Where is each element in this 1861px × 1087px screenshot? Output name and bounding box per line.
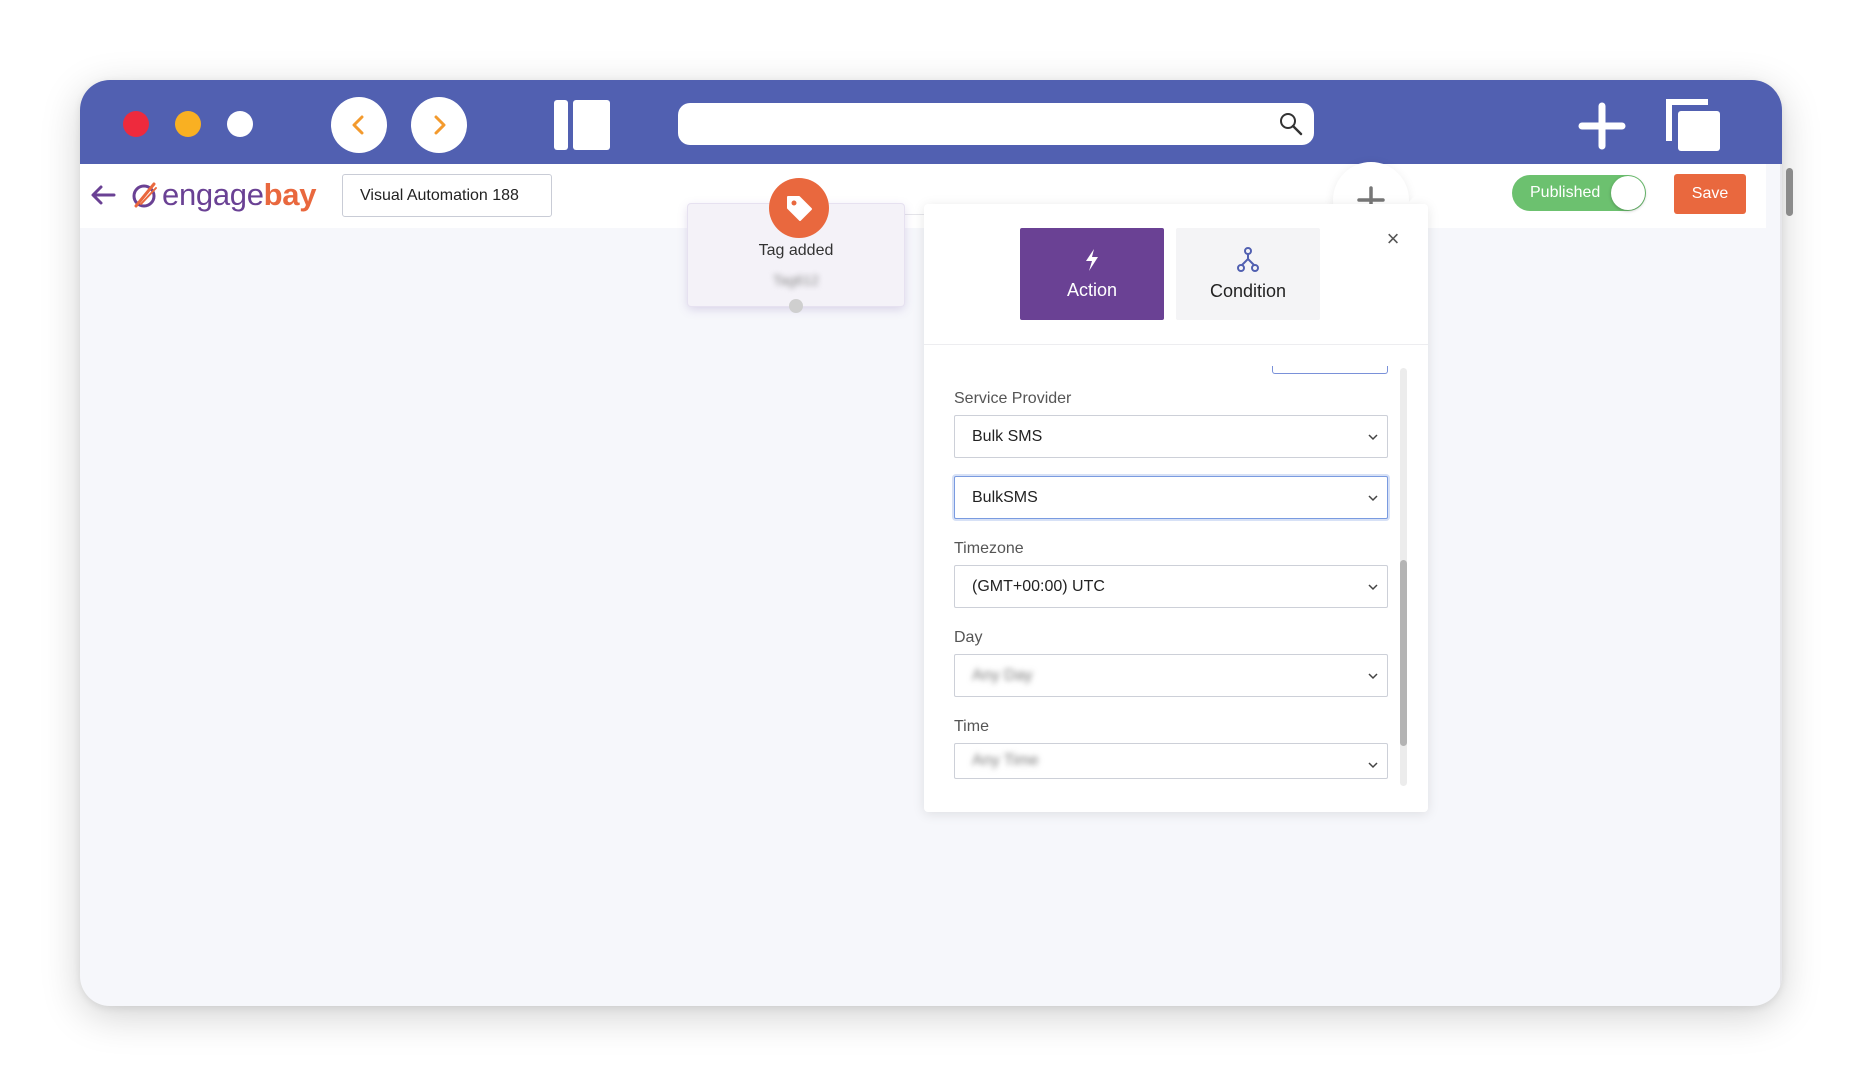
node-output-handle[interactable] — [789, 299, 803, 313]
url-bar[interactable] — [678, 103, 1314, 145]
logo-text-engage: engage — [162, 177, 264, 212]
trigger-subtitle: Tag612 — [773, 272, 819, 288]
back-arrow-icon[interactable] — [88, 180, 118, 210]
app-header: engage bay Visual Automation 188 Publishe… — [80, 164, 1766, 228]
save-button[interactable]: Save — [1674, 174, 1746, 214]
plus-icon[interactable] — [1578, 102, 1626, 150]
provider-account-value: BulkSMS — [972, 488, 1038, 506]
service-provider-label: Service Provider — [954, 390, 1072, 407]
maximize-dot[interactable] — [227, 111, 253, 137]
back-icon — [352, 115, 364, 135]
published-label: Published — [1530, 184, 1601, 201]
tabs-icon[interactable] — [1664, 97, 1722, 153]
timezone-value: (GMT+00:00) UTC — [972, 577, 1105, 595]
chevron-down-icon — [1368, 673, 1378, 680]
browser-toolbar — [80, 80, 1782, 164]
page-scroll-track — [1780, 164, 1782, 1006]
day-select[interactable]: Any Day — [954, 654, 1388, 697]
service-provider-value: Bulk SMS — [972, 427, 1043, 445]
tab-action[interactable]: Action — [1020, 228, 1164, 320]
provider-account-select[interactable]: BulkSMS — [954, 476, 1388, 519]
chevron-down-icon — [1368, 434, 1378, 441]
logo-text-bay: bay — [263, 177, 317, 212]
timezone-label: Timezone — [954, 540, 1024, 557]
time-select[interactable]: Any Time — [954, 743, 1388, 779]
sidebar-icon[interactable] — [554, 100, 610, 150]
tab-condition-label: Condition — [1209, 280, 1287, 301]
tab-action-label: Action — [1066, 279, 1118, 300]
engagebay-logo[interactable]: engage bay — [130, 176, 316, 214]
branch-icon — [1237, 246, 1259, 272]
published-toggle[interactable]: Published — [1512, 175, 1646, 211]
previous-field-edge — [1272, 366, 1388, 374]
search-icon — [1280, 113, 1303, 136]
time-value: Any Time — [972, 752, 1039, 769]
logo-mark-icon — [132, 182, 157, 208]
chevron-down-icon — [1368, 584, 1378, 591]
chevron-down-icon — [1368, 762, 1378, 769]
tab-condition[interactable]: Condition — [1176, 228, 1320, 320]
lightning-icon — [1086, 248, 1098, 271]
page-scrollbar[interactable] — [1786, 168, 1793, 216]
chevron-down-icon — [1368, 495, 1378, 502]
forward-icon — [434, 115, 446, 135]
day-value: Any Day — [972, 666, 1033, 684]
minimize-dot[interactable] — [175, 111, 201, 137]
close-icon[interactable]: × — [1382, 226, 1404, 251]
service-provider-select[interactable]: Bulk SMS — [954, 415, 1388, 458]
panel-divider — [924, 344, 1428, 345]
close-dot[interactable] — [123, 111, 149, 137]
time-label: Time — [954, 718, 989, 735]
step-config-panel: × Action Condition Service Provider Bulk… — [924, 204, 1428, 812]
automation-title-input[interactable]: Visual Automation 188 — [342, 174, 552, 217]
timezone-select[interactable]: (GMT+00:00) UTC — [954, 565, 1388, 608]
trigger-title: Tag added — [758, 242, 834, 259]
browser-forward-button[interactable] — [411, 97, 467, 153]
day-label: Day — [954, 629, 983, 646]
tag-icon — [769, 178, 829, 238]
toggle-knob — [1611, 176, 1645, 210]
browser-back-button[interactable] — [331, 97, 387, 153]
panel-scrollbar[interactable] — [1400, 560, 1407, 746]
